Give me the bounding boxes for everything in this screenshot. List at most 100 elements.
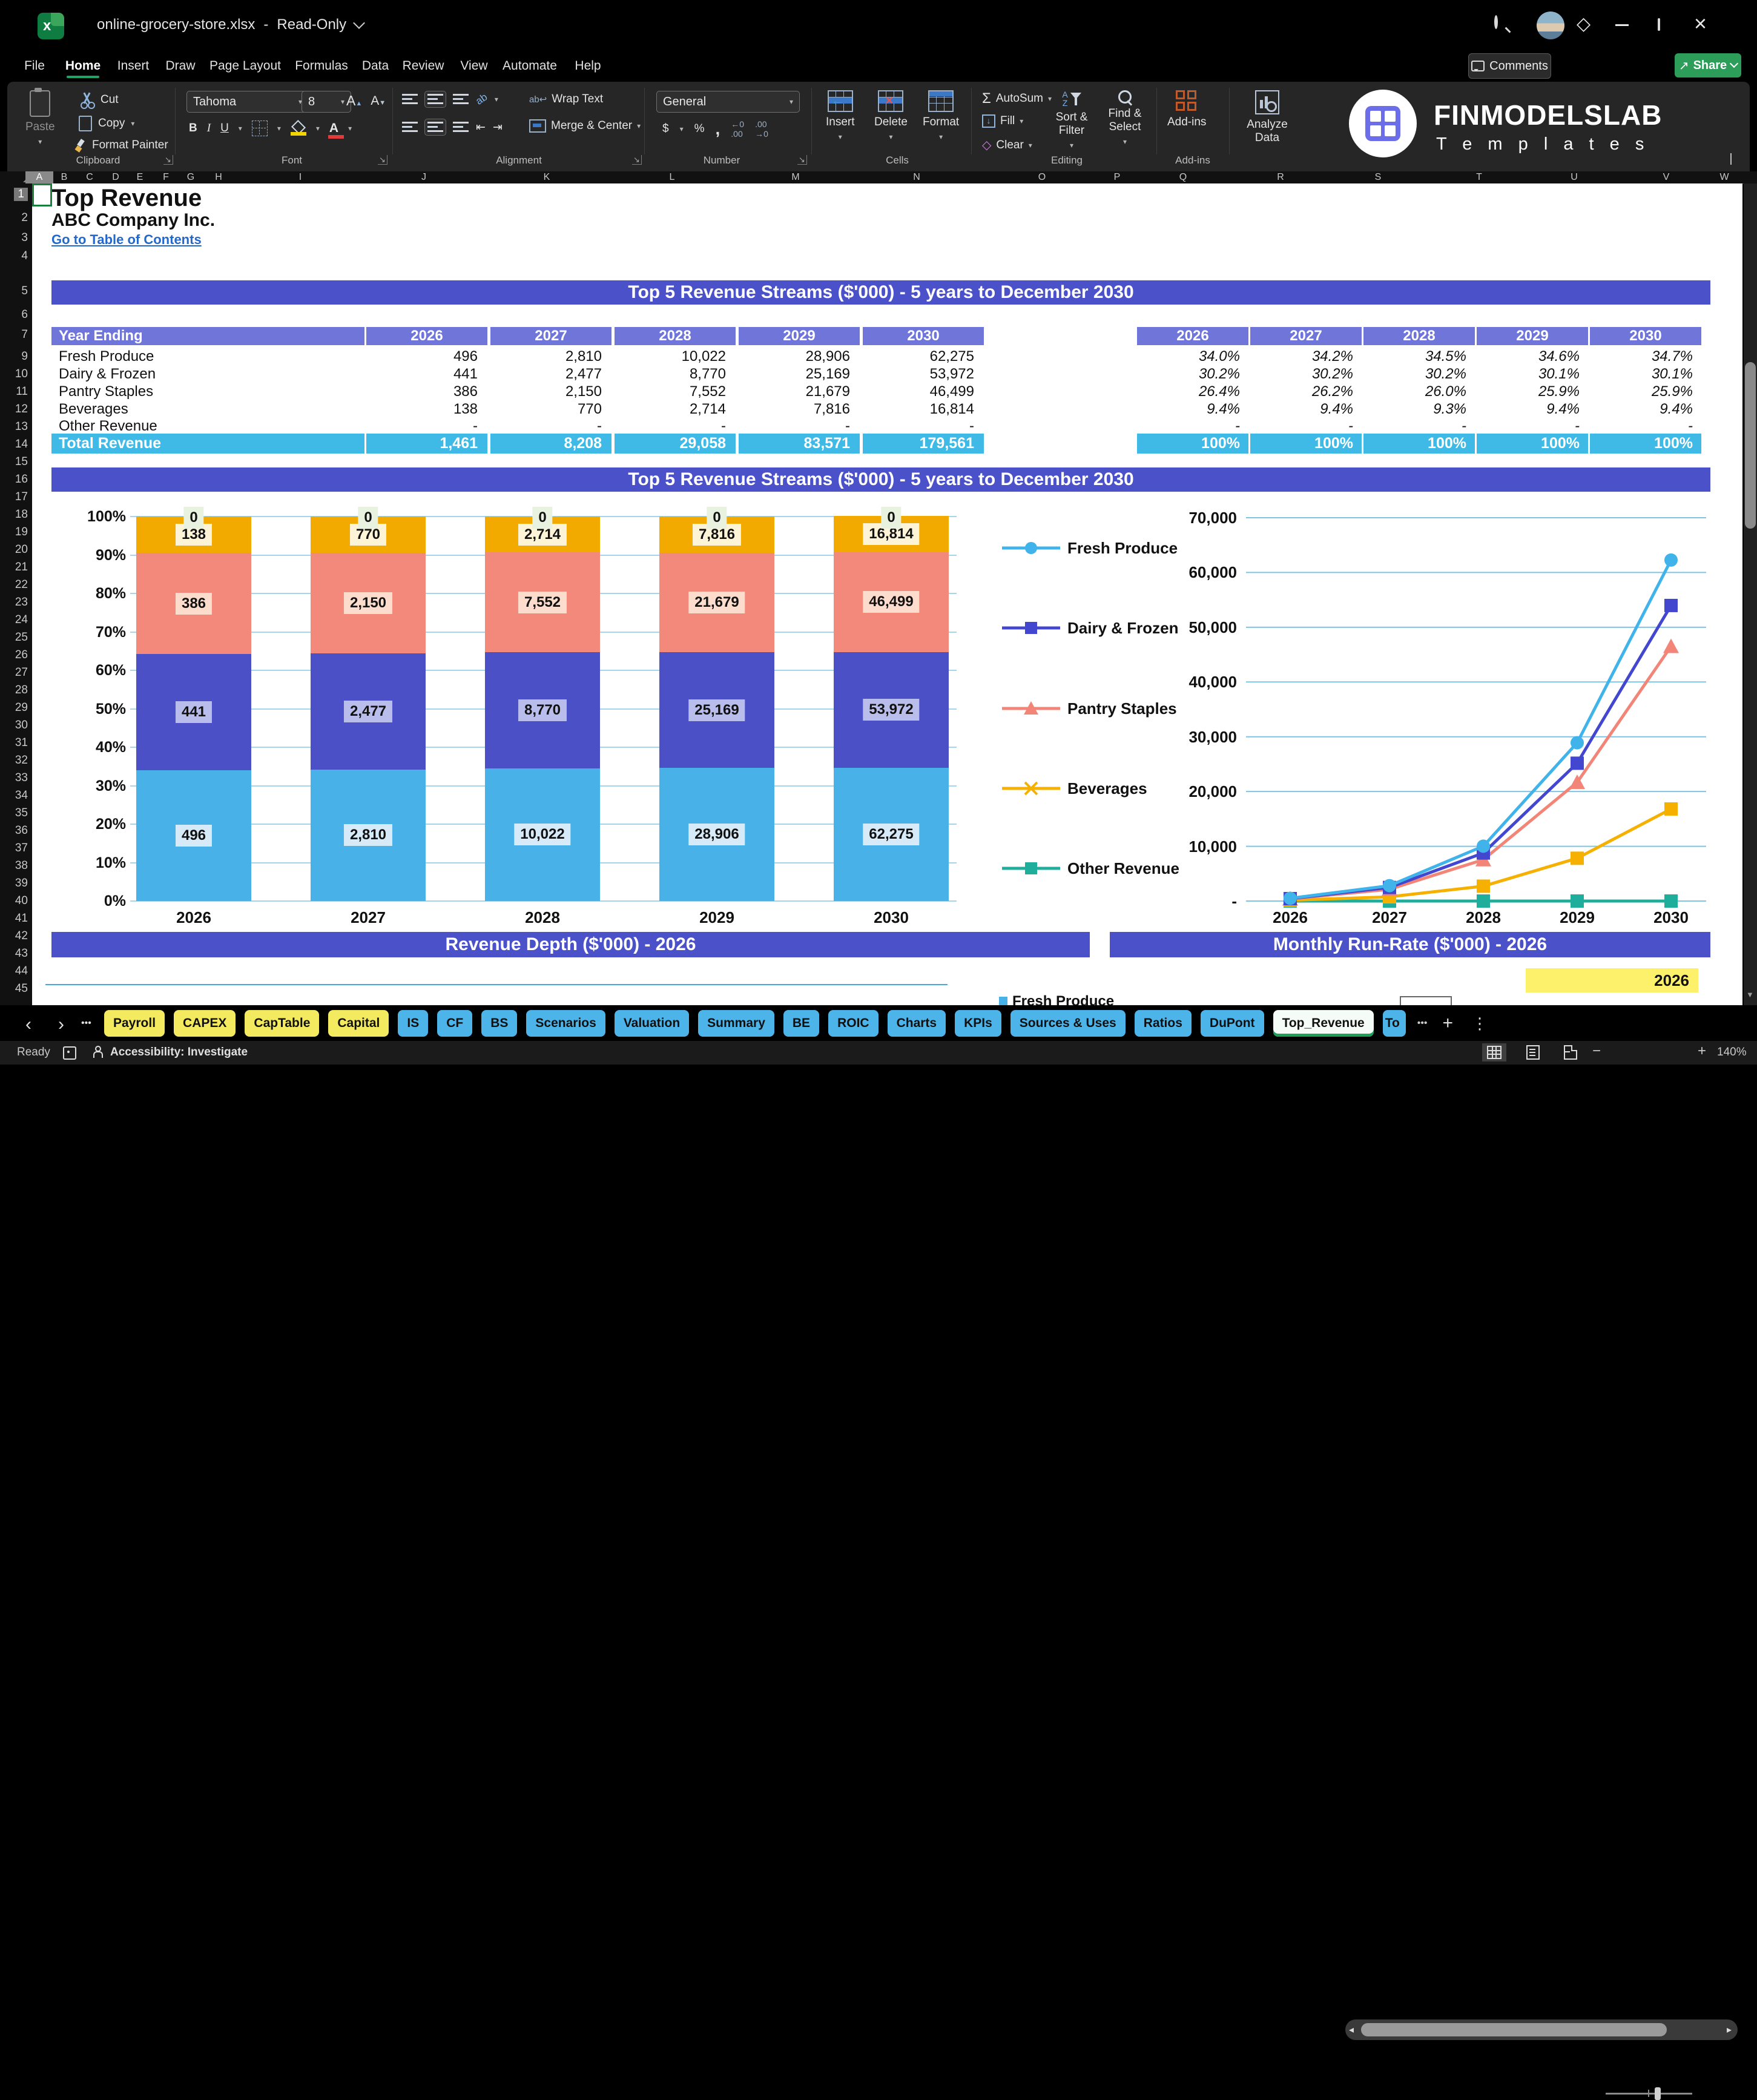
close-icon[interactable]: × xyxy=(1694,11,1707,36)
tab-more-menu-icon[interactable]: ⋮ xyxy=(1466,1014,1494,1033)
runrate-year-cell[interactable]: 2026 xyxy=(1526,968,1698,992)
row-header-6[interactable]: 6 xyxy=(21,308,28,322)
menu-tab-data[interactable]: Data xyxy=(357,56,394,76)
value-cell[interactable]: - xyxy=(366,418,478,435)
total-pct-cell[interactable]: 100% xyxy=(1590,434,1701,454)
pct-cell[interactable]: 34.5% xyxy=(1363,348,1466,365)
zoom-slider-handle[interactable] xyxy=(1655,2087,1661,2100)
row-header-38[interactable]: 38 xyxy=(15,859,28,873)
vertical-scrollbar[interactable]: ▼ xyxy=(1744,183,1757,1005)
font-name-select[interactable]: Tahoma ▾ xyxy=(186,91,309,113)
font-size-buttons[interactable]: A▲ A▼ xyxy=(346,93,386,109)
row-header-23[interactable]: 23 xyxy=(15,596,28,609)
row-header-1[interactable]: 1 xyxy=(14,188,28,201)
zoom-out-icon[interactable]: − xyxy=(1592,1043,1601,1060)
row-label[interactable]: Fresh Produce xyxy=(59,348,154,365)
value-cell[interactable]: 2,810 xyxy=(490,348,602,365)
row-header-32[interactable]: 32 xyxy=(15,754,28,767)
page-break-icon[interactable] xyxy=(1558,1043,1583,1062)
pct-cell[interactable]: 25.9% xyxy=(1590,383,1693,400)
total-value-cell[interactable]: 8,208 xyxy=(490,434,611,454)
delete-cells-button[interactable]: × Delete ▾ xyxy=(874,90,908,141)
align-center-icon[interactable] xyxy=(424,119,446,136)
sheet-tab-summary[interactable]: Summary xyxy=(698,1010,774,1037)
wrap-text-button[interactable]: ab↩ Wrap Text xyxy=(529,93,603,106)
row-header-30[interactable]: 30 xyxy=(15,719,28,732)
next-sheet-icon[interactable]: › xyxy=(58,1014,64,1035)
worksheet[interactable]: Top Revenue ABC Company Inc. Go to Table… xyxy=(32,183,1742,1005)
pct-cell[interactable]: 9.4% xyxy=(1590,401,1693,418)
fill-color-icon[interactable] xyxy=(290,122,306,136)
scroll-down-icon[interactable]: ▼ xyxy=(1746,990,1754,999)
comma-style-icon[interactable]: , xyxy=(716,119,720,139)
pct-cell[interactable]: 9.4% xyxy=(1137,401,1240,418)
column-header-U[interactable]: U xyxy=(1566,171,1582,183)
pct-cell[interactable]: 30.1% xyxy=(1477,366,1580,383)
value-cell[interactable]: 2,477 xyxy=(490,366,602,383)
cut-button[interactable]: Cut xyxy=(79,92,119,109)
row-header-5[interactable]: 5 xyxy=(21,285,28,298)
row-label[interactable]: Other Revenue xyxy=(59,418,157,435)
row-header-12[interactable]: 12 xyxy=(15,403,28,416)
row-header-14[interactable]: 14 xyxy=(15,438,28,451)
row-header-29[interactable]: 29 xyxy=(15,701,28,715)
sheet-tab-capex[interactable]: CAPEX xyxy=(174,1010,236,1037)
value-cell[interactable]: - xyxy=(739,418,850,435)
align-left-icon[interactable] xyxy=(402,122,418,133)
total-pct-cell[interactable]: 100% xyxy=(1477,434,1588,454)
pct-cell[interactable]: 34.0% xyxy=(1137,348,1240,365)
alignment-dialog-launcher[interactable]: ↘ xyxy=(632,155,642,165)
value-cell[interactable]: - xyxy=(863,418,974,435)
sheet-tab-charts[interactable]: Charts xyxy=(887,1010,946,1037)
pct-year-header-2029[interactable]: 2029 xyxy=(1477,327,1588,345)
column-header-F[interactable]: F xyxy=(158,171,174,183)
decrease-decimal-icon[interactable]: .00 →0 xyxy=(755,119,768,139)
column-header-K[interactable]: K xyxy=(539,171,555,183)
pct-cell[interactable]: 9.3% xyxy=(1363,401,1466,418)
column-header-G[interactable]: G xyxy=(183,171,199,183)
value-cell[interactable]: 16,814 xyxy=(863,401,974,418)
row-header-17[interactable]: 17 xyxy=(15,490,28,504)
italic-button[interactable]: I xyxy=(207,122,211,135)
paste-button[interactable]: Paste ▾ xyxy=(25,88,55,146)
row-header-43[interactable]: 43 xyxy=(15,947,28,960)
sheet-tab-is[interactable]: IS xyxy=(398,1010,429,1037)
merge-center-button[interactable]: Merge & Center ▾ xyxy=(529,119,641,133)
vertical-scrollbar-thumb[interactable] xyxy=(1745,362,1756,529)
pct-cell[interactable]: - xyxy=(1250,418,1353,435)
total-pct-cell[interactable]: 100% xyxy=(1137,434,1248,454)
pct-cell[interactable]: 34.7% xyxy=(1590,348,1693,365)
chevron-down-icon[interactable] xyxy=(353,17,366,29)
value-cell[interactable]: 2,714 xyxy=(615,401,726,418)
value-cell[interactable]: 7,552 xyxy=(615,383,726,400)
minimize-icon[interactable] xyxy=(1615,24,1629,26)
row-header-28[interactable]: 28 xyxy=(15,684,28,697)
total-value-cell[interactable]: 179,561 xyxy=(863,434,984,454)
pct-cell[interactable]: - xyxy=(1590,418,1693,435)
autosum-button[interactable]: Σ AutoSum ▾ xyxy=(982,90,1052,107)
orientation-icon[interactable]: ab xyxy=(473,91,490,107)
align-right-icon[interactable] xyxy=(453,122,469,133)
pct-cell[interactable]: 26.4% xyxy=(1137,383,1240,400)
gem-icon[interactable]: ◇ xyxy=(1577,13,1591,35)
avatar[interactable] xyxy=(1537,12,1564,39)
increase-indent-icon[interactable]: ⇥ xyxy=(493,121,503,134)
row-header-18[interactable]: 18 xyxy=(15,508,28,521)
row-header-44[interactable]: 44 xyxy=(15,965,28,978)
menu-tab-draw[interactable]: Draw xyxy=(160,56,200,76)
year-header-2028[interactable]: 2028 xyxy=(615,327,736,345)
search-icon[interactable] xyxy=(1494,15,1498,29)
column-header-M[interactable]: M xyxy=(788,171,803,183)
analyze-data-button[interactable]: Analyze Data xyxy=(1240,90,1294,145)
row-header-45[interactable]: 45 xyxy=(15,982,28,996)
add-sheet-icon[interactable]: + xyxy=(1439,1013,1457,1034)
row-header-26[interactable]: 26 xyxy=(15,649,28,662)
menu-tab-formulas[interactable]: Formulas xyxy=(290,56,353,76)
comments-button[interactable]: Comments xyxy=(1468,53,1551,79)
number-format-select[interactable]: General ▾ xyxy=(656,91,800,113)
column-header-W[interactable]: W xyxy=(1716,171,1732,183)
column-header-T[interactable]: T xyxy=(1471,171,1487,183)
clear-button[interactable]: ◇ Clear ▾ xyxy=(982,137,1032,153)
total-pct-cell[interactable]: 100% xyxy=(1363,434,1475,454)
sort-filter-button[interactable]: AZ Sort & Filter ▾ xyxy=(1047,90,1096,150)
